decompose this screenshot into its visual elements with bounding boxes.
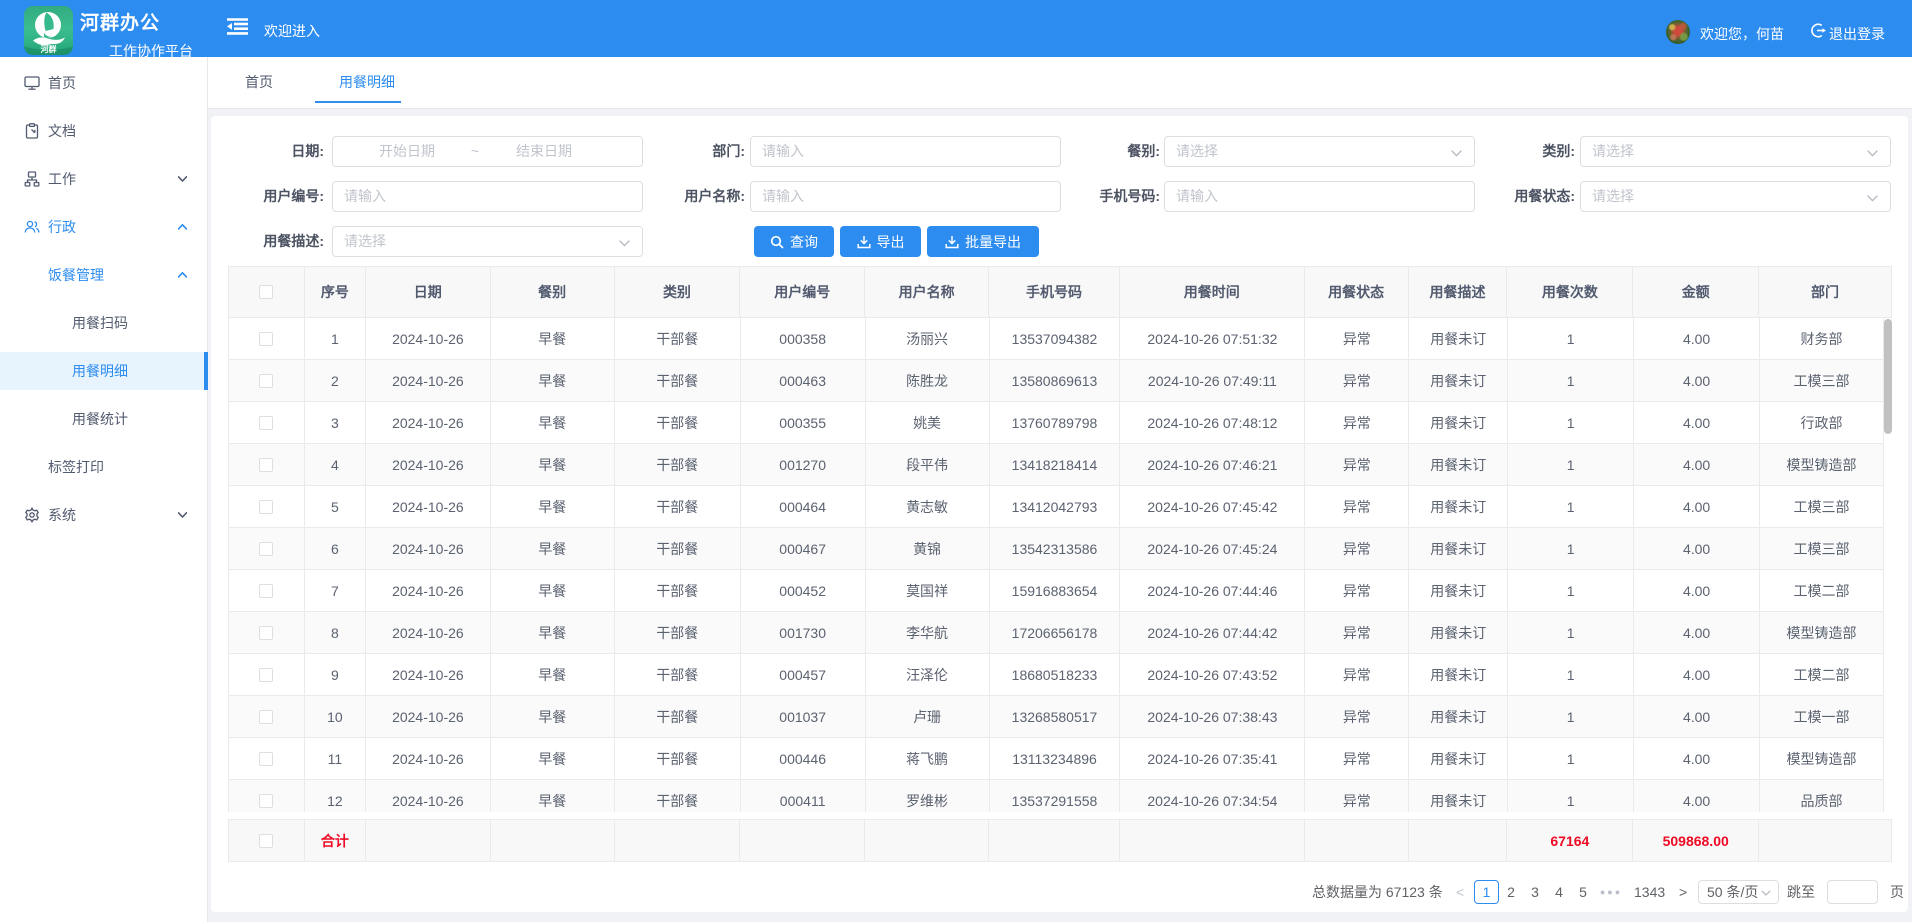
svg-text:河群: 河群	[41, 44, 57, 54]
